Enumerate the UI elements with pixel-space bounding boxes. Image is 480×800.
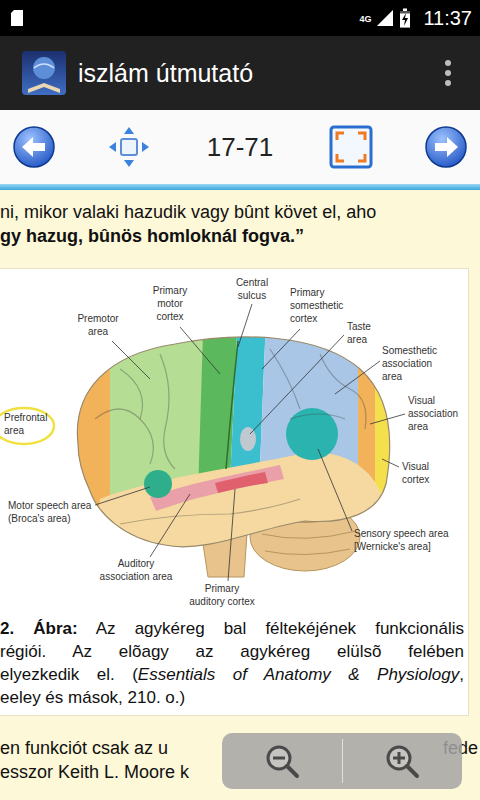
signal-icon xyxy=(375,8,395,28)
figure-label: Motor speech area(Broca's area) xyxy=(8,500,92,524)
fullscreen-icon[interactable] xyxy=(328,124,374,170)
figure-label: Primarysomestheticcortex xyxy=(290,287,343,324)
cerebrum xyxy=(0,269,405,589)
leader-line xyxy=(318,449,352,531)
page-toolbar: 17-71 xyxy=(0,110,480,184)
text-line: ni, mikor valaki hazudik vagy bûnt követ… xyxy=(0,200,480,224)
leader-line xyxy=(370,414,405,424)
app-bar: iszlám útmutató xyxy=(0,36,480,110)
next-page-icon[interactable] xyxy=(424,125,468,169)
figure-label: Somestheticassociationarea xyxy=(382,345,437,382)
leader-line xyxy=(262,329,300,369)
text-line: gy hazug, bûnös homloknál fogva.” xyxy=(0,224,480,248)
network-type: 4G xyxy=(359,14,371,24)
app-title: iszlám útmutató xyxy=(78,59,442,88)
zoom-out-button[interactable] xyxy=(222,733,342,789)
zoom-in-icon[interactable] xyxy=(384,743,420,779)
app-logo-icon xyxy=(20,49,68,97)
figure-label: Visualassociationarea xyxy=(408,395,458,432)
figure-label: Primaryauditory cortex xyxy=(189,583,255,607)
brain-diagram: Premotorarea Primarymotorcortex Centralsul… xyxy=(0,269,468,611)
prefrontal-highlight xyxy=(0,408,54,444)
figure-label: Premotorarea xyxy=(77,313,119,337)
leader-line xyxy=(150,494,190,557)
caption-line: elyezkedik el. (Essentials of Anatomy & … xyxy=(0,663,464,686)
clock: 11:37 xyxy=(423,7,472,30)
leader-line xyxy=(180,327,220,374)
figure: Premotorarea Primarymotorcortex Centralsul… xyxy=(0,268,469,716)
figure-label: Auditoryassociation area xyxy=(100,558,173,582)
move-icon[interactable] xyxy=(106,124,152,170)
leader-line xyxy=(112,341,150,379)
figure-label: Centralsulcus xyxy=(236,277,268,301)
overflow-menu-icon[interactable] xyxy=(442,58,454,88)
figure-label: Primarymotorcortex xyxy=(153,285,187,322)
caption-line: 2. Ábra: Az agykéreg bal féltekéjének fu… xyxy=(0,617,464,640)
figure-label: Tastearea xyxy=(347,321,371,345)
document-page: ni, mikor valaki hazudik vagy bûnt követ… xyxy=(0,190,480,800)
leader-line xyxy=(228,489,235,581)
figure-label: Visualcortex xyxy=(402,461,429,485)
screen: 4G 11:37 iszlám útmutató 17-71 ni, mikor val… xyxy=(0,0,480,800)
page-number: 17-71 xyxy=(203,132,278,163)
previous-page-icon[interactable] xyxy=(12,125,56,169)
zoom-out-icon[interactable] xyxy=(264,743,300,779)
leader-line xyxy=(335,361,380,394)
zoom-controls xyxy=(222,733,462,789)
figure-label: Sensory speech area[Wernicke's area] xyxy=(354,528,449,552)
zoom-in-button[interactable] xyxy=(343,733,463,789)
figure-caption: 2. Ábra: Az agykéreg bal féltekéjének fu… xyxy=(0,611,468,715)
status-bar: 4G 11:37 xyxy=(0,0,480,36)
leader-line xyxy=(238,304,252,347)
sd-card-icon xyxy=(10,9,24,27)
leader-line xyxy=(382,459,399,467)
central-sulcus xyxy=(226,341,238,469)
figure-label: Prefrontalarea xyxy=(4,412,47,436)
leader-line xyxy=(250,335,344,434)
caption-line: eeley és mások, 210. o.) xyxy=(0,686,464,709)
leader-line xyxy=(95,487,150,505)
caption-line: régiói. Az elõagy az agykéreg elülsõ fel… xyxy=(0,640,464,663)
battery-icon xyxy=(399,8,411,28)
